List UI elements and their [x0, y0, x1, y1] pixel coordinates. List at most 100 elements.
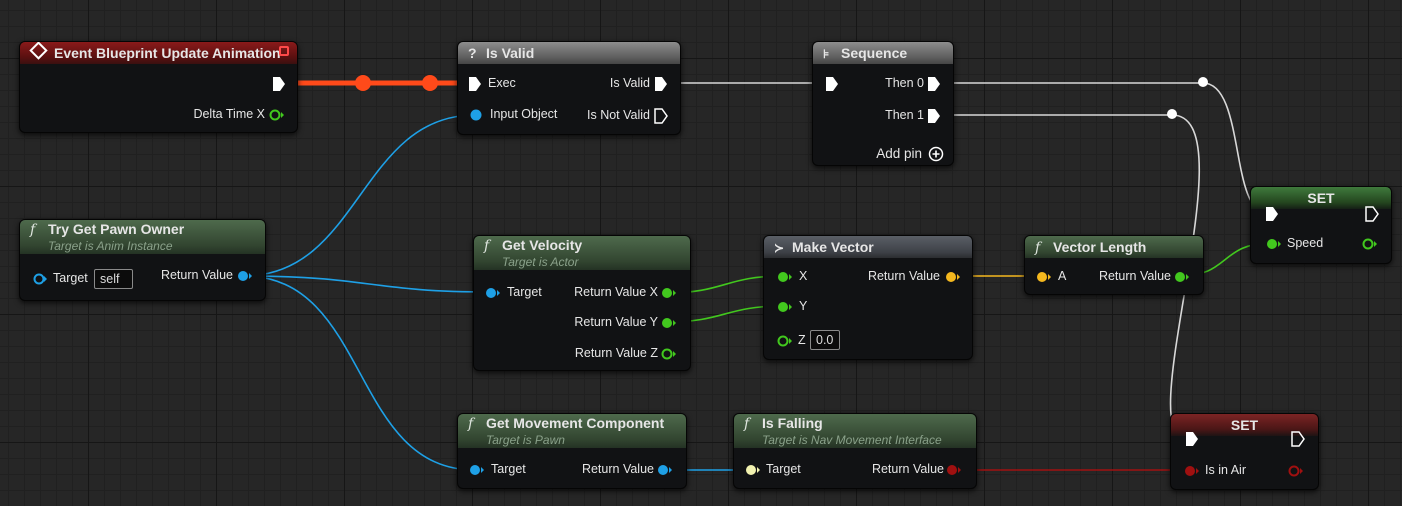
wire-pawn-to-velocity [243, 275, 492, 293]
object-pin-icon[interactable] [32, 272, 48, 286]
node-title: Make Vector [792, 239, 874, 255]
node-title: SET [1307, 190, 1335, 206]
node-header: f Vector Length [1025, 236, 1203, 258]
node-header: f Is Falling Target is Nav Movement Inter… [734, 414, 976, 448]
node-is-falling[interactable]: f Is Falling Target is Nav Movement Inter… [733, 413, 977, 489]
node-header: f Get Movement Component Target is Pawn [458, 414, 686, 448]
object-pin-icon[interactable] [237, 269, 253, 283]
event-diamond-icon [29, 42, 48, 60]
pin-label: Delta Time X [193, 107, 265, 121]
reroute-node[interactable] [1198, 77, 1208, 87]
sequence-icon: ⊧ [823, 47, 830, 61]
pin-label: Input Object [490, 107, 558, 121]
node-header: ? Is Valid [458, 42, 680, 64]
reroute-node[interactable] [1167, 109, 1177, 119]
node-set-is-in-air[interactable]: SET Is in Air [1170, 413, 1319, 490]
node-get-movement-component[interactable]: f Get Movement Component Target is Pawn T… [457, 413, 687, 489]
exec-in-pin-icon[interactable] [825, 76, 839, 92]
float-pin-icon[interactable] [661, 286, 677, 300]
function-icon: f [468, 416, 474, 432]
node-title: SET [1230, 417, 1259, 433]
delegate-pin-icon[interactable] [279, 46, 289, 56]
exec-out-pin-icon[interactable] [1291, 431, 1305, 447]
exec-in-pin-icon[interactable] [1265, 206, 1279, 222]
pin-label: Return Value Y [574, 315, 658, 329]
exec-out-pin-icon[interactable] [654, 108, 668, 124]
function-icon: f [1035, 240, 1041, 256]
vector-pin-icon[interactable] [945, 270, 961, 284]
exec-out-pin-icon[interactable] [927, 76, 941, 92]
node-set-speed[interactable]: SET Speed [1250, 186, 1392, 264]
pin-label: Target [507, 285, 542, 299]
node-subtitle: Target is Pawn [486, 433, 565, 447]
add-pin-icon[interactable] [928, 146, 944, 162]
node-try-get-pawn-owner[interactable]: f Try Get Pawn Owner Target is Anim Insta… [19, 219, 266, 301]
node-is-valid[interactable]: ? Is Valid Exec Is Valid Input Object Is … [457, 41, 681, 135]
float-pin-icon[interactable] [1362, 237, 1378, 251]
exec-in-pin-icon[interactable] [1185, 431, 1199, 447]
target-self-field[interactable]: self [94, 269, 133, 289]
exec-out-pin-icon[interactable] [927, 108, 941, 124]
node-title: Get Velocity [502, 237, 583, 253]
function-icon: f [744, 416, 750, 432]
wire-knot [422, 75, 438, 91]
node-title: Get Movement Component [486, 415, 665, 431]
pin-label: Return Value Z [574, 346, 658, 360]
object-pin-icon[interactable] [469, 108, 485, 122]
node-event-update-animation[interactable]: Event Blueprint Update Animation Delta T… [19, 41, 298, 133]
object-pin-icon[interactable] [485, 286, 501, 300]
node-header: ≻ Make Vector [764, 236, 972, 258]
float-pin-icon[interactable] [269, 108, 285, 122]
wire-pawn-to-movement [243, 275, 476, 471]
pin-label: Return Value [867, 269, 940, 283]
float-pin-icon[interactable] [777, 300, 793, 314]
add-pin-button[interactable]: Add pin [876, 146, 922, 161]
exec-out-pin-icon[interactable] [272, 76, 286, 92]
pin-label: Is in Air [1205, 463, 1246, 477]
bool-pin-icon[interactable] [1184, 464, 1200, 478]
pin-label: Exec [488, 76, 516, 90]
pin-label: Target [491, 462, 526, 476]
z-value-field[interactable]: 0.0 [810, 330, 840, 350]
node-header: f Get Velocity Target is Actor [474, 236, 690, 270]
function-icon: f [484, 238, 490, 254]
pin-label: Then 0 [885, 76, 924, 90]
pin-label: Y [799, 299, 808, 313]
node-title: Is Falling [762, 415, 823, 431]
pin-label: Return Value [581, 462, 654, 476]
pin-label: X [799, 269, 808, 283]
node-title: Try Get Pawn Owner [48, 221, 185, 237]
float-pin-icon[interactable] [777, 270, 793, 284]
node-header: ⊧ Sequence [813, 42, 953, 64]
node-title: Vector Length [1053, 239, 1147, 255]
node-get-velocity[interactable]: f Get Velocity Target is Actor Target Ret… [473, 235, 691, 371]
pin-label: A [1058, 269, 1067, 283]
bool-pin-icon[interactable] [1288, 464, 1304, 478]
pin-label: Speed [1287, 236, 1324, 250]
object-pin-icon[interactable] [469, 463, 485, 477]
float-pin-icon[interactable] [1174, 270, 1190, 284]
exec-out-pin-icon[interactable] [654, 76, 668, 92]
pin-label: Return Value [1098, 269, 1171, 283]
wire-exec-then0 [936, 82, 1267, 213]
pin-label: Target [766, 462, 801, 476]
pin-label: Return Value X [574, 285, 658, 299]
float-pin-icon[interactable] [661, 316, 677, 330]
object-pin-icon[interactable] [657, 463, 673, 477]
pin-label: Z [798, 333, 806, 347]
node-make-vector[interactable]: ≻ Make Vector X Return Value Y Z 0.0 [763, 235, 973, 360]
node-vector-length[interactable]: f Vector Length A Return Value [1024, 235, 1204, 295]
exec-in-pin-icon[interactable] [468, 76, 482, 92]
pin-label: Return Value [160, 268, 233, 282]
float-pin-icon[interactable] [1266, 237, 1282, 251]
node-sequence[interactable]: ⊧ Sequence Then 0 Then 1 Add pin [812, 41, 954, 166]
pin-label: Is Not Valid [587, 108, 650, 122]
bool-pin-icon[interactable] [946, 463, 962, 477]
float-pin-icon[interactable] [661, 347, 677, 361]
float-pin-icon[interactable] [777, 334, 793, 348]
interface-pin-icon[interactable] [745, 463, 761, 477]
wire-pawn-to-isvalid [243, 114, 476, 277]
exec-out-pin-icon[interactable] [1365, 206, 1379, 222]
pin-label: Target [53, 271, 88, 285]
vector-pin-icon[interactable] [1036, 270, 1052, 284]
